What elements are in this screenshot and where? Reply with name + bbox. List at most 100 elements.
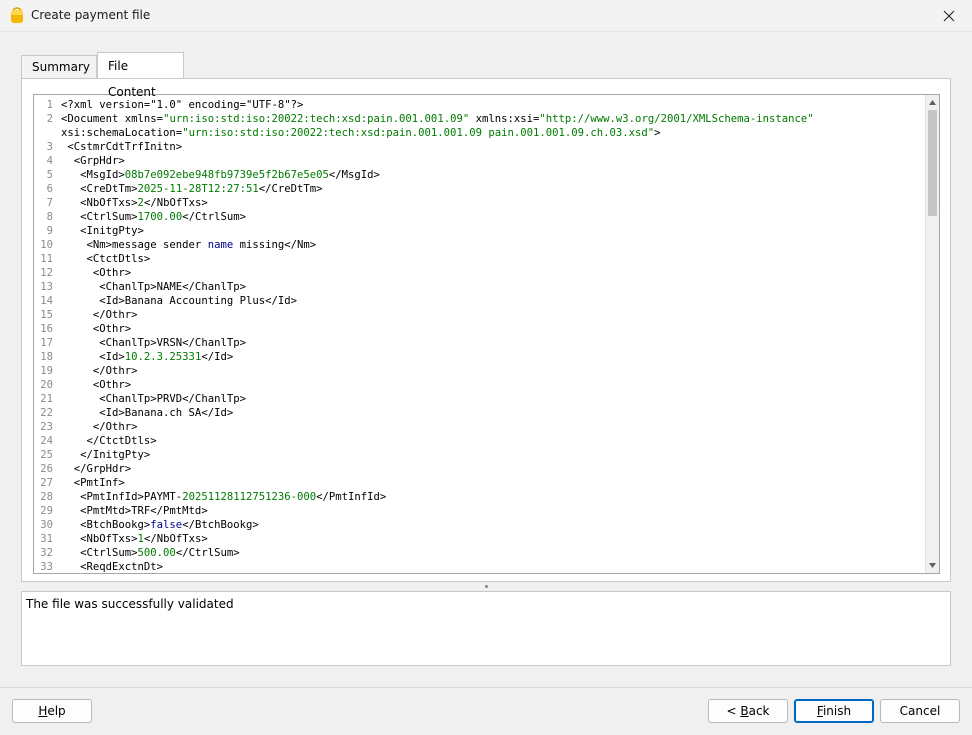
code-text: <CtrlSum> <box>61 547 138 559</box>
validation-message-panel: The file was successfully validated <box>21 591 951 666</box>
line-number: 9 <box>46 225 53 237</box>
code-line: 27 <PmtInf> <box>34 476 926 490</box>
back-button[interactable]: < Back <box>708 699 788 723</box>
line-content: </CtctDtls> <box>61 434 157 448</box>
code-line: 8 <CtrlSum>1700.00</CtrlSum> <box>34 210 926 224</box>
code-text: <PmtInfId>PAYMT- <box>61 491 183 503</box>
line-number: 26 <box>40 463 53 475</box>
close-icon <box>943 10 955 22</box>
code-text: <NbOfTxs> <box>61 197 138 209</box>
cancel-button[interactable]: Cancel <box>880 699 960 723</box>
line-content: <Othr> <box>61 322 131 336</box>
line-number: 2 <box>46 113 53 125</box>
line-content: <CreDtTm>2025-11-28T12:27:51</CreDtTm> <box>61 182 322 196</box>
code-text: <Nm>message sender <box>61 239 208 251</box>
code-line: 17 <ChanlTp>VRSN</ChanlTp> <box>34 336 926 350</box>
panel-splitter[interactable] <box>21 583 951 589</box>
line-content: <CtrlSum>500.00</CtrlSum> <box>61 546 240 560</box>
code-text: <ChanlTp>VRSN</ChanlTp> <box>61 337 246 349</box>
code-line: 3 <CstmrCdtTrfInitn> <box>34 140 926 154</box>
back-prefix: < <box>726 704 741 718</box>
line-content: <?xml version="1.0" encoding="UTF-8"?> <box>61 98 303 112</box>
code-line: 26 </GrpHdr> <box>34 462 926 476</box>
line-content: <ChanlTp>NAME</ChanlTp> <box>61 280 246 294</box>
line-number: 10 <box>40 239 53 251</box>
splitter-grip <box>484 585 488 588</box>
line-content: <ChanlTp>VRSN</ChanlTp> <box>61 336 246 350</box>
line-number: 24 <box>40 435 53 447</box>
line-number: 15 <box>40 309 53 321</box>
file-content-panel: 1 <?xml version="1.0" encoding="UTF-8"?> 2… <box>21 78 951 582</box>
code-line: 23 </Othr> <box>34 420 926 434</box>
banana-app-icon <box>11 7 23 23</box>
code-lines: 1 <?xml version="1.0" encoding="UTF-8"?> 2… <box>34 98 926 573</box>
code-text: <NbOfTxs> <box>61 533 138 545</box>
code-line: xsi:schemaLocation="urn:iso:std:iso:2002… <box>34 126 926 140</box>
code-line: 20 <Othr> <box>34 378 926 392</box>
line-number: 8 <box>46 211 53 223</box>
line-number: 28 <box>40 491 53 503</box>
scroll-down-button[interactable] <box>926 559 939 572</box>
code-text: </PmtInfId> <box>316 491 387 503</box>
line-content: <CtctDtls> <box>61 252 151 266</box>
code-text: <Othr> <box>61 267 132 279</box>
code-line: 1 <?xml version="1.0" encoding="UTF-8"?> <box>34 98 926 112</box>
line-number: 18 <box>40 351 53 363</box>
code-text: </InitgPty> <box>61 449 151 461</box>
code-value: 1700.00 <box>137 211 183 223</box>
code-line: 16 <Othr> <box>34 322 926 336</box>
line-number: 17 <box>40 337 53 349</box>
line-content: <MsgId>08b7e092ebe948fb9739e5f2b67e5e05<… <box>61 168 380 182</box>
line-number: 30 <box>40 519 53 531</box>
line-number: 31 <box>40 533 53 545</box>
line-content: </Othr> <box>61 308 138 322</box>
code-line: 28 <PmtInfId>PAYMT-20251128112751236-000… <box>34 490 926 504</box>
line-number: 12 <box>40 267 53 279</box>
code-text: <CreDtTm> <box>61 183 138 195</box>
line-content: <ReqdExctnDt> <box>61 560 164 573</box>
xml-code-editor[interactable]: 1 <?xml version="1.0" encoding="UTF-8"?> 2… <box>33 94 940 574</box>
line-content: <NbOfTxs>1</NbOfTxs> <box>61 532 208 546</box>
scrollbar-thumb[interactable] <box>928 110 937 216</box>
code-text: </NbOfTxs> <box>143 197 208 209</box>
code-line: 5 <MsgId>08b7e092ebe948fb9739e5f2b67e5e0… <box>34 168 926 182</box>
code-value: 2025-11-28T12:27:51 <box>137 183 259 195</box>
line-number: 11 <box>40 253 53 265</box>
code-text: <ReqdExctnDt> <box>61 561 164 573</box>
code-line: 32 <CtrlSum>500.00</CtrlSum> <box>34 546 926 560</box>
code-text: </NbOfTxs> <box>143 533 208 545</box>
code-line: 7 <NbOfTxs>2</NbOfTxs> <box>34 196 926 210</box>
code-text: <Othr> <box>61 323 132 335</box>
help-button[interactable]: Help <box>12 699 92 723</box>
code-line: 6 <CreDtTm>2025-11-28T12:27:51</CreDtTm> <box>34 182 926 196</box>
line-content: <InitgPty> <box>61 224 144 238</box>
code-text: <ChanlTp>NAME</ChanlTp> <box>61 281 246 293</box>
code-text: </Othr> <box>61 365 138 377</box>
code-text: </CtrlSum> <box>175 547 240 559</box>
code-value: 08b7e092ebe948fb9739e5f2b67e5e05 <box>124 169 329 181</box>
line-content: xsi:schemaLocation="urn:iso:std:iso:2002… <box>61 126 661 140</box>
close-button[interactable] <box>926 0 972 32</box>
line-number: 7 <box>46 197 53 209</box>
code-keyword: false <box>150 519 183 531</box>
help-label-rest: elp <box>47 704 66 718</box>
vertical-scrollbar[interactable] <box>925 95 939 573</box>
code-value: "urn:iso:std:iso:20022:tech:xsd:pain.001… <box>163 113 470 125</box>
finish-button[interactable]: Finish <box>794 699 874 723</box>
code-text: missing</Nm> <box>233 239 317 251</box>
code-line: 15 </Othr> <box>34 308 926 322</box>
tab-summary[interactable]: Summary <box>21 55 97 79</box>
title-bar: Create payment file <box>0 0 972 32</box>
code-line: 4 <GrpHdr> <box>34 154 926 168</box>
code-line: 31 <NbOfTxs>1</NbOfTxs> <box>34 532 926 546</box>
code-line: 2 <Document xmlns="urn:iso:std:iso:20022:… <box>34 112 926 126</box>
scroll-up-button[interactable] <box>926 96 939 109</box>
tab-file-content[interactable]: File Content <box>97 52 184 99</box>
line-content: <PmtInfId>PAYMT-20251128112751236-000</P… <box>61 490 386 504</box>
code-value: "http://www.w3.org/2001/XMLSchema-instan… <box>539 113 814 125</box>
back-label-rest: ack <box>748 704 770 718</box>
code-line: 21 <ChanlTp>PRVD</ChanlTp> <box>34 392 926 406</box>
code-text: </BtchBookg> <box>182 519 259 531</box>
line-content: <Nm>message sender name missing</Nm> <box>61 238 317 252</box>
line-content: </Othr> <box>61 420 138 434</box>
